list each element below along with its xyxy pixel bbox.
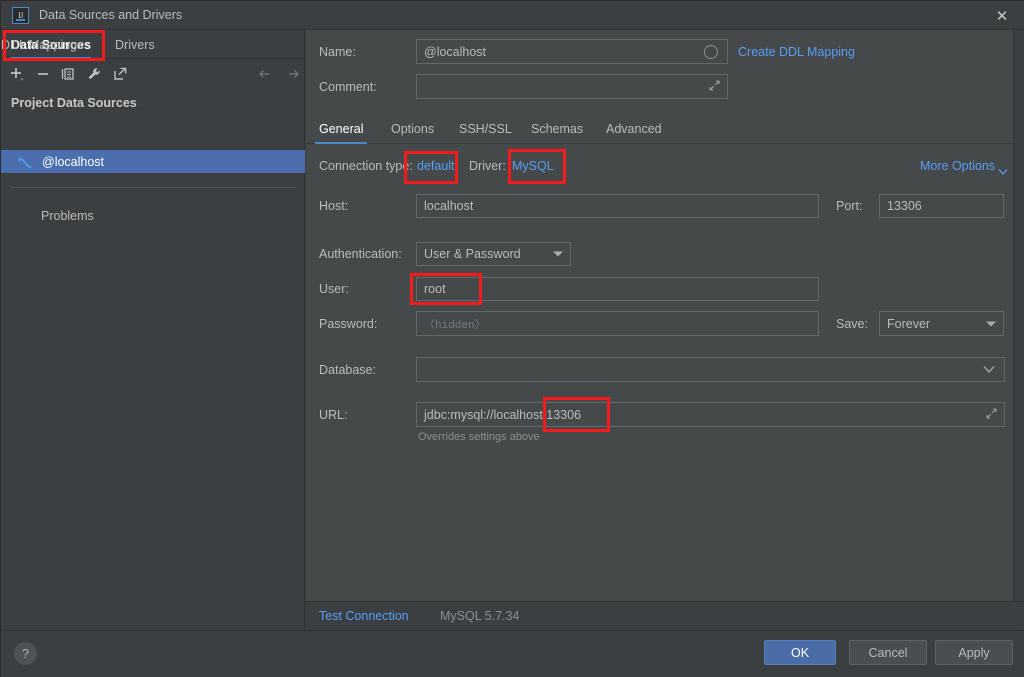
tab-general[interactable]: General [314, 113, 369, 144]
database-select[interactable] [416, 357, 1005, 382]
apply-button[interactable]: Apply [935, 640, 1013, 665]
window-title: Data Sources and Drivers [39, 8, 183, 22]
url-hint: Overrides settings above [418, 431, 540, 443]
open-external-icon[interactable] [108, 62, 132, 86]
wrench-icon[interactable] [82, 62, 106, 86]
host-input-value: localhost [424, 199, 474, 213]
project-data-sources-header: Project Data Sources [11, 96, 137, 110]
close-icon[interactable]: ✕ [979, 1, 1024, 30]
authentication-select[interactable]: User & Password [416, 242, 571, 266]
data-source-item-localhost[interactable]: @localhost [1, 150, 305, 173]
data-source-settings-panel: Name: @localhost Create DDL Mapping Comm… [306, 30, 1024, 601]
connection-type-value[interactable]: default [417, 159, 455, 173]
driver-value[interactable]: MySQL [512, 159, 554, 173]
color-swatch-icon[interactable] [704, 44, 718, 59]
connection-status-bar: Test Connection MySQL 5.7.34 [306, 601, 1024, 629]
authentication-label: Authentication: [319, 247, 402, 261]
chevron-down-icon[interactable] [998, 163, 1008, 181]
host-input[interactable]: localhost [416, 194, 819, 218]
save-label: Save: [836, 317, 868, 331]
database-label: Database: [319, 363, 376, 377]
expand-editor-icon[interactable] [709, 79, 720, 94]
chevron-down-icon [986, 321, 996, 326]
tab-ssh-ssl[interactable]: SSH/SSL [459, 113, 512, 144]
port-label: Port: [836, 199, 863, 213]
more-options-link[interactable]: More Options [920, 159, 995, 173]
name-label: Name: [319, 45, 356, 59]
data-source-label: @localhost [42, 154, 105, 169]
mysql-dolphin-icon [17, 154, 33, 170]
host-label: Host: [319, 199, 349, 213]
url-input[interactable]: jdbc:mysql://localhost:13306 [416, 402, 1005, 427]
tab-advanced[interactable]: Advanced [606, 113, 662, 144]
test-connection-link[interactable]: Test Connection [319, 609, 409, 623]
vertical-scrollbar[interactable] [1013, 30, 1024, 601]
duplicate-icon[interactable] [56, 62, 80, 86]
name-input[interactable]: @localhost [416, 39, 728, 64]
save-select-value: Forever [887, 316, 931, 331]
password-input[interactable]: 〈hidden〉 [416, 311, 819, 336]
password-label: Password: [319, 317, 378, 331]
add-icon[interactable] [5, 62, 29, 86]
connection-type-label: Connection type: [319, 159, 413, 173]
tab-ddl-mappings[interactable]: DDL Mappings [1, 30, 83, 59]
save-select[interactable]: Forever [879, 311, 1004, 336]
help-icon[interactable]: ? [14, 642, 37, 665]
password-input-placeholder: 〈hidden〉 [424, 319, 486, 332]
user-label: User: [319, 282, 349, 296]
tab-drivers[interactable]: Drivers [115, 30, 155, 59]
back-arrow-icon[interactable] [253, 62, 277, 86]
tab-options[interactable]: Options [391, 113, 434, 144]
list-divider [11, 187, 296, 188]
problems-item[interactable]: Problems [41, 209, 94, 223]
tab-schemas[interactable]: Schemas [531, 113, 583, 144]
left-panel: Data Sources Drivers DDL Mappings Projec… [1, 30, 305, 630]
chevron-down-icon [553, 251, 563, 257]
expand-editor-icon[interactable] [986, 407, 997, 422]
user-input[interactable]: root [416, 277, 819, 301]
settings-tab-bar: General Options SSH/SSL Schemas Advanced [306, 113, 1024, 144]
authentication-select-value: User & Password [424, 247, 521, 261]
title-bar: IJ Data Sources and Drivers ✕ [1, 1, 1024, 30]
ok-button[interactable]: OK [764, 640, 836, 665]
url-input-value: jdbc:mysql://localhost:13306 [424, 407, 582, 422]
data-sources-and-drivers-dialog: IJ Data Sources and Drivers ✕ Data Sourc… [0, 0, 1024, 677]
cancel-button[interactable]: Cancel [849, 640, 927, 665]
top-tab-bar: Data Sources Drivers DDL Mappings [1, 30, 305, 59]
comment-input[interactable] [416, 74, 728, 99]
create-ddl-mapping-link[interactable]: Create DDL Mapping [738, 45, 855, 59]
name-input-value: @localhost [424, 44, 487, 59]
user-input-value: root [424, 282, 446, 296]
remove-icon[interactable] [31, 62, 55, 86]
port-input-value: 13306 [887, 199, 922, 213]
port-input[interactable]: 13306 [879, 194, 1004, 218]
url-label: URL: [319, 408, 348, 422]
data-sources-toolbar [1, 59, 305, 89]
chevron-down-icon [983, 363, 995, 377]
comment-label: Comment: [319, 80, 377, 94]
dialog-button-bar: ? OK Cancel Apply CSDN @Hogwarts扫地老太太 [1, 630, 1024, 677]
forward-arrow-icon[interactable] [282, 62, 306, 86]
intellij-logo-icon: IJ [12, 7, 29, 24]
driver-label: Driver: [469, 159, 506, 173]
database-version-label: MySQL 5.7.34 [440, 609, 520, 623]
